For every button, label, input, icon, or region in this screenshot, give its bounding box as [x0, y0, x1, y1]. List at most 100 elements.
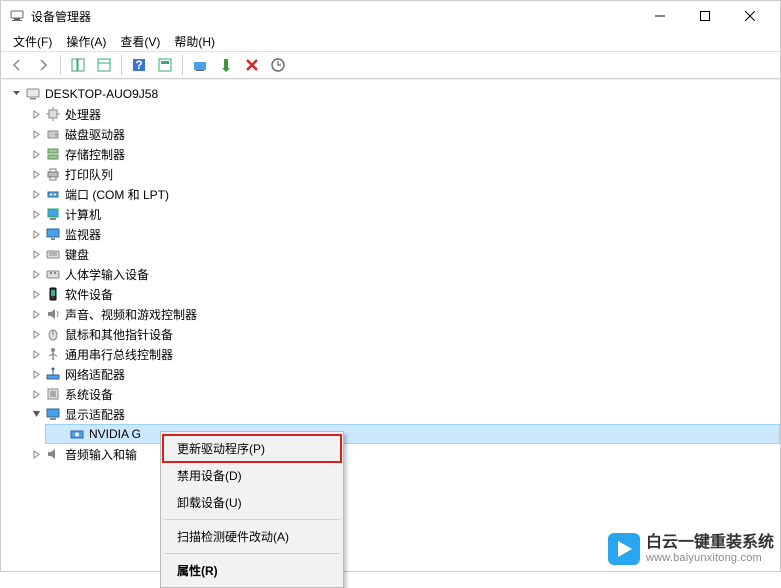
toolbar-enable-button[interactable] [214, 53, 238, 77]
context-menu-separator [164, 553, 340, 554]
tree-category-label: 软件设备 [65, 286, 113, 303]
disk-icon [45, 126, 61, 142]
tree-category-label: 键盘 [65, 246, 89, 263]
tree-category-node[interactable]: 键盘 [21, 244, 780, 264]
storage-icon [45, 146, 61, 162]
watermark-logo-icon [608, 533, 640, 565]
context-menu-item[interactable]: 更新驱动程序(P) [163, 435, 341, 462]
minimize-button[interactable] [637, 2, 682, 30]
expander-icon[interactable] [29, 147, 43, 161]
tree-category-node[interactable]: 存储控制器 [21, 144, 780, 164]
toolbar-scan-button[interactable] [266, 53, 290, 77]
device-tree[interactable]: DESKTOP-AUO9J58 处理器磁盘驱动器存储控制器打印队列端口 (COM… [1, 79, 780, 571]
tree-category-label: 通用串行总线控制器 [65, 346, 173, 363]
tree-category-label: 鼠标和其他指针设备 [65, 326, 173, 343]
context-menu-item[interactable]: 属性(R) [163, 557, 341, 584]
expander-icon[interactable] [29, 367, 43, 381]
context-menu-item[interactable]: 禁用设备(D) [163, 462, 341, 489]
tree-category-node[interactable]: 处理器 [21, 104, 780, 124]
tree-category-node[interactable]: 打印队列 [21, 164, 780, 184]
hid-icon [45, 266, 61, 282]
tree-category-node[interactable]: 端口 (COM 和 LPT) [21, 184, 780, 204]
expander-icon[interactable] [29, 347, 43, 361]
tree-category-node[interactable]: 人体学输入设备 [21, 264, 780, 284]
tree-device-node[interactable]: NVIDIA G [45, 424, 780, 444]
expander-icon[interactable] [29, 327, 43, 341]
computer-icon [25, 86, 41, 102]
watermark: 白云一键重装系统 www.baiyunxitong.com [608, 533, 774, 565]
system-icon [45, 386, 61, 402]
toolbar-updatedriver-button[interactable] [188, 53, 212, 77]
tree-category-node[interactable]: 计算机 [21, 204, 780, 224]
usb-icon [45, 346, 61, 362]
toolbar-properties-button[interactable] [92, 53, 116, 77]
watermark-url: www.baiyunxitong.com [646, 552, 774, 564]
tree-category-label: 端口 (COM 和 LPT) [65, 186, 169, 203]
tree-category-label: 声音、视频和游戏控制器 [65, 306, 197, 323]
toolbar-separator [121, 55, 122, 75]
tree-device-label: NVIDIA G [89, 427, 141, 441]
maximize-button[interactable] [682, 2, 727, 30]
toolbar-refresh-button[interactable] [153, 53, 177, 77]
pc-icon [45, 206, 61, 222]
tree-category-label: 系统设备 [65, 386, 113, 403]
toolbar-separator [60, 55, 61, 75]
tree-category-node[interactable]: 音频输入和输 [21, 444, 780, 464]
tree-category-node[interactable]: 声音、视频和游戏控制器 [21, 304, 780, 324]
toolbar-back-button[interactable] [5, 53, 29, 77]
tree-category-label: 磁盘驱动器 [65, 126, 125, 143]
tree-category-node[interactable]: 网络适配器 [21, 364, 780, 384]
toolbar-forward-button[interactable] [31, 53, 55, 77]
expander-icon[interactable] [29, 247, 43, 261]
tree-category-node[interactable]: 磁盘驱动器 [21, 124, 780, 144]
expander-icon[interactable] [29, 287, 43, 301]
context-menu-item[interactable]: 扫描检测硬件改动(A) [163, 523, 341, 550]
expander-icon[interactable] [29, 227, 43, 241]
menu-help[interactable]: 帮助(H) [168, 31, 221, 52]
expander-icon[interactable] [29, 307, 43, 321]
toolbar: ? [1, 51, 780, 79]
expander-icon[interactable] [29, 267, 43, 281]
expander-icon[interactable] [9, 87, 23, 101]
expander-icon[interactable] [29, 447, 43, 461]
titlebar: 设备管理器 [1, 1, 780, 31]
tree-category-node[interactable]: 软件设备 [21, 284, 780, 304]
context-menu-separator [164, 519, 340, 520]
expander-icon[interactable] [29, 167, 43, 181]
printer-icon [45, 166, 61, 182]
tree-category-node[interactable]: 通用串行总线控制器 [21, 344, 780, 364]
gpu-icon [69, 426, 85, 442]
tree-category-label: 网络适配器 [65, 366, 125, 383]
software-icon [45, 286, 61, 302]
cpu-icon [45, 106, 61, 122]
port-icon [45, 186, 61, 202]
context-menu-item[interactable]: 卸载设备(U) [163, 489, 341, 516]
tree-category-label: 音频输入和输 [65, 446, 137, 463]
toolbar-uninstall-button[interactable] [240, 53, 264, 77]
toolbar-showhide-button[interactable] [66, 53, 90, 77]
close-button[interactable] [727, 2, 772, 30]
tree-category-node[interactable]: 监视器 [21, 224, 780, 244]
monitor-icon [45, 226, 61, 242]
expander-icon[interactable] [29, 407, 43, 421]
tree-category-label: 人体学输入设备 [65, 266, 149, 283]
context-menu: 更新驱动程序(P)禁用设备(D)卸载设备(U) 扫描检测硬件改动(A) 属性(R) [160, 431, 344, 588]
expander-icon[interactable] [29, 127, 43, 141]
tree-category-label: 存储控制器 [65, 146, 125, 163]
toolbar-help-button[interactable]: ? [127, 53, 151, 77]
tree-category-node[interactable]: 鼠标和其他指针设备 [21, 324, 780, 344]
keyboard-icon [45, 246, 61, 262]
expander-icon[interactable] [29, 207, 43, 221]
menu-action[interactable]: 操作(A) [60, 31, 112, 52]
tree-root-node[interactable]: DESKTOP-AUO9J58 [1, 84, 780, 104]
tree-category-label: 监视器 [65, 226, 101, 243]
tree-category-node[interactable]: 显示适配器 [21, 404, 780, 424]
menu-view[interactable]: 查看(V) [114, 31, 166, 52]
network-icon [45, 366, 61, 382]
tree-category-node[interactable]: 系统设备 [21, 384, 780, 404]
window-title: 设备管理器 [31, 8, 637, 25]
expander-icon[interactable] [29, 107, 43, 121]
expander-icon[interactable] [29, 187, 43, 201]
expander-icon[interactable] [29, 387, 43, 401]
menu-file[interactable]: 文件(F) [7, 31, 58, 52]
